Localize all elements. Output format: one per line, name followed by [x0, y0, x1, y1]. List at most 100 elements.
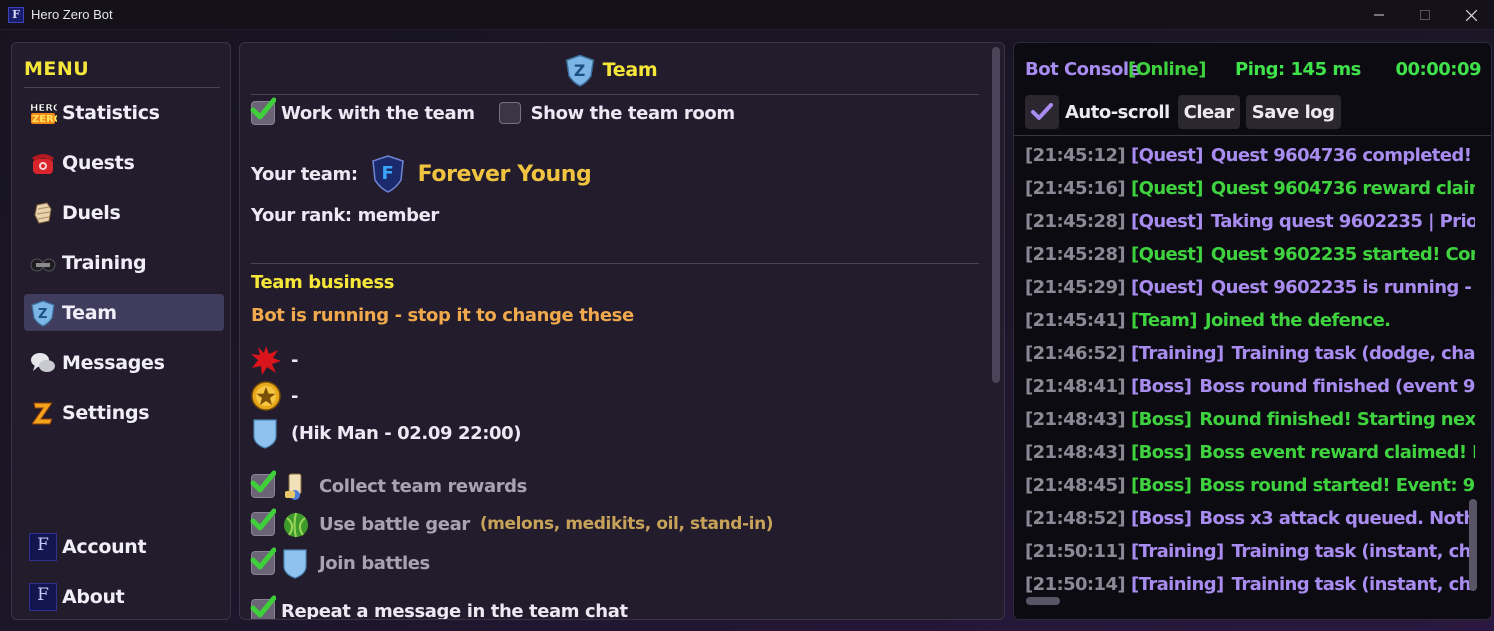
console-log[interactable]: [21:45:12] [Quest] Quest 9604736 completed… [1025, 139, 1475, 599]
page-title-label: Team [602, 59, 658, 81]
hero-zero-logo-icon: HEROZERO [28, 98, 58, 128]
log-timestamp: [21:48:41] [1025, 376, 1126, 397]
log-timestamp: [21:50:14] [1025, 574, 1126, 595]
use-battle-gear-label: Use battle gear [319, 513, 470, 535]
bandage-fist-icon [28, 198, 58, 228]
sidebar-item-settings[interactable]: Settings [24, 394, 224, 431]
log-message: Round finished! Starting next round fo [1199, 409, 1475, 430]
log-line: [21:48:41] [Boss] Boss round finished (eve… [1025, 370, 1475, 403]
star-badge-icon [251, 381, 281, 411]
clear-button[interactable]: Clear [1177, 95, 1240, 129]
menu-title: MENU [24, 58, 90, 80]
sidebar: MENU HEROZERO Statistics Quests Duels Tr… [11, 42, 231, 620]
sidebar-item-label: Training [62, 251, 147, 274]
sidebar-item-account[interactable]: F Account [24, 528, 224, 565]
repeat-message-checkbox[interactable] [250, 595, 276, 619]
your-team-row: Your team: F Forever Young [251, 154, 592, 194]
your-rank-row: Your rank: member [251, 205, 439, 226]
sidebar-item-messages[interactable]: Messages [24, 344, 224, 381]
phone-icon [28, 148, 58, 178]
log-line: [21:50:11] [Training] Training task (insta… [1025, 535, 1475, 568]
log-tag: [Quest] [1131, 211, 1204, 232]
attack-status-row: - [251, 345, 298, 375]
attack-status: - [291, 349, 299, 371]
work-with-team-checkbox[interactable] [250, 97, 276, 125]
console-toolbar: Auto-scroll Clear Save log [1025, 95, 1341, 129]
menu-divider [24, 87, 220, 88]
log-line: [21:48:52] [Boss] Boss x3 attack queued. N… [1025, 502, 1475, 535]
divider [251, 263, 979, 264]
log-line: [21:45:29] [Quest] Quest 9602235 is runnin… [1025, 271, 1475, 304]
page-title: Z Team [240, 53, 980, 87]
defence-status: - [291, 385, 299, 407]
svg-text:HERO: HERO [30, 103, 57, 114]
maximize-icon [1420, 10, 1430, 20]
log-message: Quest 9602235 is running - 7m 59s le [1210, 277, 1475, 298]
log-tag: [Training] [1131, 541, 1224, 562]
minimize-button[interactable] [1356, 0, 1402, 30]
sidebar-item-label: Settings [62, 401, 150, 424]
collect-rewards-checkbox[interactable] [250, 470, 276, 498]
main-scrollbar[interactable] [992, 47, 1000, 383]
show-team-room-label: Show the team room [530, 102, 735, 124]
repeat-message-label: Repeat a message in the team chat [281, 600, 628, 620]
sidebar-item-about[interactable]: F About [24, 578, 224, 615]
log-line: [21:48:45] [Boss] Boss round started! Even… [1025, 469, 1475, 502]
log-horizontal-scrollbar[interactable] [1026, 597, 1060, 605]
log-tag: [Boss] [1131, 475, 1192, 496]
log-timestamp: [21:48:52] [1025, 508, 1126, 529]
work-with-team-row: Work with the team Show the team room [250, 97, 735, 125]
sidebar-item-label: Account [62, 535, 147, 558]
sidebar-item-statistics[interactable]: HEROZERO Statistics [24, 94, 224, 131]
close-button[interactable] [1448, 0, 1494, 30]
explosion-icon [251, 346, 281, 375]
join-battles-label: Join battles [319, 552, 430, 574]
close-icon [1465, 9, 1477, 21]
log-message: Joined the defence. [1204, 310, 1391, 331]
status-badge: [Online] [1128, 59, 1206, 80]
ping-readout: Ping: 145 ms [1235, 59, 1361, 80]
svg-text:Z: Z [574, 61, 585, 80]
log-tag: [Quest] [1131, 178, 1204, 199]
sidebar-item-duels[interactable]: Duels [24, 194, 224, 231]
svg-text:Z: Z [38, 307, 47, 322]
log-tag: [Boss] [1131, 376, 1192, 397]
log-message: Boss event reward claimed! Event: 927 [1199, 442, 1475, 463]
team-business-title-row: Team business [251, 272, 395, 293]
log-line: [21:45:12] [Quest] Quest 9604736 completed… [1025, 139, 1475, 172]
sidebar-item-label: Duels [62, 201, 121, 224]
log-timestamp: [21:45:16] [1025, 178, 1126, 199]
console-header: Bot Console [Online] Ping: 145 ms 00:00:… [1025, 59, 1481, 83]
sidebar-item-quests[interactable]: Quests [24, 144, 224, 181]
dumbbell-icon [28, 248, 58, 278]
log-line: [21:50:14] [Training] Training task (insta… [1025, 568, 1475, 599]
f-logo-icon: F [29, 532, 57, 561]
maximize-button[interactable] [1402, 0, 1448, 30]
join-battles-row: Join battles [250, 547, 430, 579]
log-vertical-scrollbar[interactable] [1469, 499, 1477, 591]
use-battle-gear-row: Use battle gear (melons, medikits, oil, … [250, 508, 774, 539]
team-shield-icon: Z [565, 54, 594, 87]
team-badge-letter: F [381, 163, 394, 184]
minimize-icon [1374, 14, 1384, 16]
sidebar-item-label: About [62, 585, 125, 608]
show-team-room-checkbox[interactable] [498, 102, 521, 124]
log-timestamp: [21:45:28] [1025, 211, 1126, 232]
shield-icon [283, 549, 307, 579]
auto-scroll-checkbox[interactable] [1025, 95, 1059, 129]
use-battle-gear-checkbox[interactable] [250, 508, 276, 536]
sidebar-item-team[interactable]: Z Team [24, 294, 224, 331]
join-battles-checkbox[interactable] [250, 547, 276, 575]
sidebar-item-training[interactable]: Training [24, 244, 224, 281]
log-tag: [Quest] [1131, 244, 1204, 265]
log-message: Boss round finished (event 927). Finaliz [1199, 376, 1475, 397]
log-timestamp: [21:45:28] [1025, 244, 1126, 265]
your-rank-label: Your rank: member [251, 205, 439, 226]
save-log-button[interactable]: Save log [1245, 95, 1341, 129]
log-tag: [Boss] [1131, 409, 1192, 430]
sidebar-item-label: Statistics [62, 101, 160, 124]
repeat-message-row: Repeat a message in the team chat [250, 595, 628, 620]
z-logo-icon [28, 398, 58, 428]
log-timestamp: [21:45:41] [1025, 310, 1126, 331]
melon-icon [284, 512, 308, 538]
